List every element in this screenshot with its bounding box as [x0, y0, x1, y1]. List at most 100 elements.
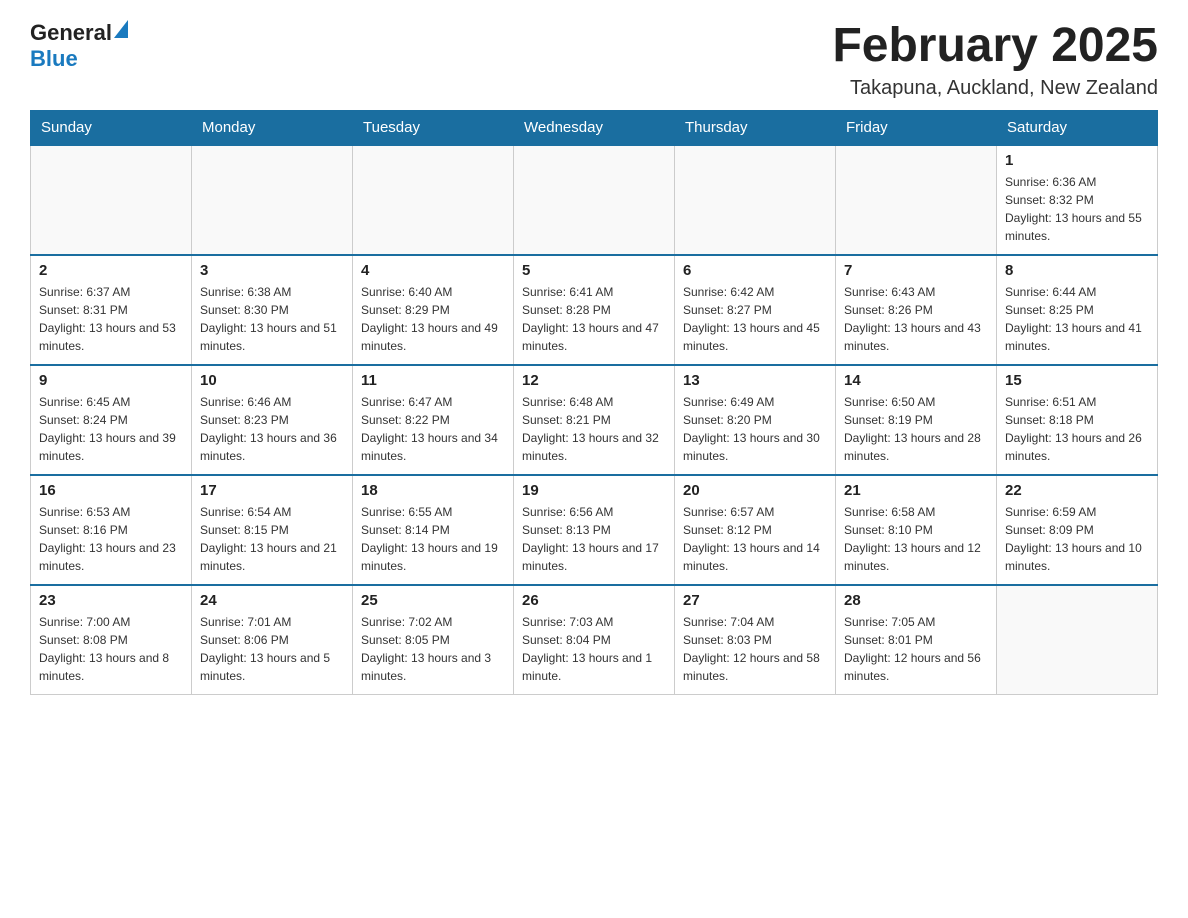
day-header-saturday: Saturday — [997, 110, 1158, 145]
day-cell: 5 Sunrise: 6:41 AM Sunset: 8:28 PM Daylig… — [514, 255, 675, 365]
day-info: Sunrise: 7:00 AM Sunset: 8:08 PM Dayligh… — [39, 613, 183, 685]
week-row-4: 16Sunrise: 6:53 AM Sunset: 8:16 PM Dayli… — [31, 475, 1158, 585]
day-number: 10 — [200, 372, 344, 389]
day-info: Sunrise: 7:05 AM Sunset: 8:01 PM Dayligh… — [844, 613, 988, 685]
day-info: Sunrise: 6:57 AM Sunset: 8:12 PM Dayligh… — [683, 503, 827, 575]
day-cell: 2 Sunrise: 6:37 AM Sunset: 8:31 PM Daylig… — [31, 255, 192, 365]
day-cell: 18 Sunrise: 6:55 AM Sunset: 8:14 PM Dayli… — [353, 475, 514, 585]
day-number: 5 — [522, 262, 666, 279]
day-cell: 28Sunrise: 7:05 AM Sunset: 8:01 PM Dayli… — [836, 585, 997, 695]
day-header-thursday: Thursday — [675, 110, 836, 145]
day-number: 19 — [522, 482, 666, 499]
day-number: 26 — [522, 592, 666, 609]
logo-blue: Blue — [30, 46, 78, 71]
day-number: 21 — [844, 482, 988, 499]
day-info: Sunrise: 6:40 AM Sunset: 8:29 PM Dayligh… — [361, 283, 505, 355]
day-info: Sunrise: 6:56 AM Sunset: 8:13 PM Dayligh… — [522, 503, 666, 575]
calendar-table: SundayMondayTuesdayWednesdayThursdayFrid… — [30, 110, 1158, 696]
day-info: Sunrise: 6:45 AM Sunset: 8:24 PM Dayligh… — [39, 393, 183, 465]
logo-text: General Blue — [30, 20, 128, 72]
day-info: Sunrise: 6:55 AM Sunset: 8:14 PM Dayligh… — [361, 503, 505, 575]
day-info: Sunrise: 6:44 AM Sunset: 8:25 PM Dayligh… — [1005, 283, 1149, 355]
logo-general: General — [30, 20, 112, 45]
day-number: 25 — [361, 592, 505, 609]
day-cell: 19 Sunrise: 6:56 AM Sunset: 8:13 PM Dayli… — [514, 475, 675, 585]
week-row-1: 1 Sunrise: 6:36 AM Sunset: 8:32 PM Daylig… — [31, 145, 1158, 255]
day-info: Sunrise: 6:46 AM Sunset: 8:23 PM Dayligh… — [200, 393, 344, 465]
calendar-body: 1 Sunrise: 6:36 AM Sunset: 8:32 PM Daylig… — [31, 145, 1158, 695]
day-info: Sunrise: 7:02 AM Sunset: 8:05 PM Dayligh… — [361, 613, 505, 685]
day-cell: 14Sunrise: 6:50 AM Sunset: 8:19 PM Dayli… — [836, 365, 997, 475]
day-info: Sunrise: 6:41 AM Sunset: 8:28 PM Dayligh… — [522, 283, 666, 355]
day-info: Sunrise: 7:04 AM Sunset: 8:03 PM Dayligh… — [683, 613, 827, 685]
day-number: 4 — [361, 262, 505, 279]
day-number: 14 — [844, 372, 988, 389]
day-number: 15 — [1005, 372, 1149, 389]
day-number: 2 — [39, 262, 183, 279]
day-cell: 15 Sunrise: 6:51 AM Sunset: 8:18 PM Dayli… — [997, 365, 1158, 475]
day-header-friday: Friday — [836, 110, 997, 145]
day-cell: 13 Sunrise: 6:49 AM Sunset: 8:20 PM Dayli… — [675, 365, 836, 475]
day-number: 13 — [683, 372, 827, 389]
day-cell: 9 Sunrise: 6:45 AM Sunset: 8:24 PM Daylig… — [31, 365, 192, 475]
day-number: 8 — [1005, 262, 1149, 279]
day-number: 12 — [522, 372, 666, 389]
day-number: 27 — [683, 592, 827, 609]
day-info: Sunrise: 6:58 AM Sunset: 8:10 PM Dayligh… — [844, 503, 988, 575]
day-cell: 24Sunrise: 7:01 AM Sunset: 8:06 PM Dayli… — [192, 585, 353, 695]
day-cell: 12Sunrise: 6:48 AM Sunset: 8:21 PM Dayli… — [514, 365, 675, 475]
day-number: 11 — [361, 372, 505, 389]
day-cell: 8 Sunrise: 6:44 AM Sunset: 8:25 PM Daylig… — [997, 255, 1158, 365]
day-info: Sunrise: 6:51 AM Sunset: 8:18 PM Dayligh… — [1005, 393, 1149, 465]
day-info: Sunrise: 6:59 AM Sunset: 8:09 PM Dayligh… — [1005, 503, 1149, 575]
week-row-5: 23Sunrise: 7:00 AM Sunset: 8:08 PM Dayli… — [31, 585, 1158, 695]
day-number: 20 — [683, 482, 827, 499]
day-info: Sunrise: 6:37 AM Sunset: 8:31 PM Dayligh… — [39, 283, 183, 355]
day-cell: 21 Sunrise: 6:58 AM Sunset: 8:10 PM Dayli… — [836, 475, 997, 585]
day-cell: 23Sunrise: 7:00 AM Sunset: 8:08 PM Dayli… — [31, 585, 192, 695]
month-title: February 2025 — [832, 20, 1158, 73]
day-cell: 10 Sunrise: 6:46 AM Sunset: 8:23 PM Dayli… — [192, 365, 353, 475]
day-cell — [192, 145, 353, 255]
page-header: General Blue February 2025 Takapuna, Auc… — [30, 20, 1158, 100]
day-info: Sunrise: 6:54 AM Sunset: 8:15 PM Dayligh… — [200, 503, 344, 575]
day-info: Sunrise: 6:36 AM Sunset: 8:32 PM Dayligh… — [1005, 173, 1149, 245]
day-cell: 26 Sunrise: 7:03 AM Sunset: 8:04 PM Dayli… — [514, 585, 675, 695]
day-cell: 16Sunrise: 6:53 AM Sunset: 8:16 PM Dayli… — [31, 475, 192, 585]
day-cell — [31, 145, 192, 255]
day-cell: 27 Sunrise: 7:04 AM Sunset: 8:03 PM Dayli… — [675, 585, 836, 695]
day-cell: 25 Sunrise: 7:02 AM Sunset: 8:05 PM Dayli… — [353, 585, 514, 695]
day-cell: 1 Sunrise: 6:36 AM Sunset: 8:32 PM Daylig… — [997, 145, 1158, 255]
calendar-header: SundayMondayTuesdayWednesdayThursdayFrid… — [31, 110, 1158, 145]
week-row-2: 2 Sunrise: 6:37 AM Sunset: 8:31 PM Daylig… — [31, 255, 1158, 365]
day-info: Sunrise: 6:38 AM Sunset: 8:30 PM Dayligh… — [200, 283, 344, 355]
day-cell — [836, 145, 997, 255]
day-number: 7 — [844, 262, 988, 279]
day-header-wednesday: Wednesday — [514, 110, 675, 145]
title-block: February 2025 Takapuna, Auckland, New Ze… — [832, 20, 1158, 100]
day-info: Sunrise: 6:47 AM Sunset: 8:22 PM Dayligh… — [361, 393, 505, 465]
day-info: Sunrise: 7:03 AM Sunset: 8:04 PM Dayligh… — [522, 613, 666, 685]
logo-triangle-icon — [114, 20, 128, 38]
day-cell: 6Sunrise: 6:42 AM Sunset: 8:27 PM Daylig… — [675, 255, 836, 365]
day-info: Sunrise: 6:49 AM Sunset: 8:20 PM Dayligh… — [683, 393, 827, 465]
day-number: 1 — [1005, 152, 1149, 169]
day-cell: 17Sunrise: 6:54 AM Sunset: 8:15 PM Dayli… — [192, 475, 353, 585]
logo: General Blue — [30, 20, 128, 72]
day-cell: 7 Sunrise: 6:43 AM Sunset: 8:26 PM Daylig… — [836, 255, 997, 365]
day-cell — [997, 585, 1158, 695]
day-cell: 20 Sunrise: 6:57 AM Sunset: 8:12 PM Dayli… — [675, 475, 836, 585]
day-cell — [514, 145, 675, 255]
day-info: Sunrise: 7:01 AM Sunset: 8:06 PM Dayligh… — [200, 613, 344, 685]
day-header-sunday: Sunday — [31, 110, 192, 145]
day-info: Sunrise: 6:42 AM Sunset: 8:27 PM Dayligh… — [683, 283, 827, 355]
day-info: Sunrise: 6:43 AM Sunset: 8:26 PM Dayligh… — [844, 283, 988, 355]
day-number: 18 — [361, 482, 505, 499]
day-cell: 11 Sunrise: 6:47 AM Sunset: 8:22 PM Dayli… — [353, 365, 514, 475]
day-cell: 22Sunrise: 6:59 AM Sunset: 8:09 PM Dayli… — [997, 475, 1158, 585]
day-number: 3 — [200, 262, 344, 279]
day-header-monday: Monday — [192, 110, 353, 145]
day-cell — [353, 145, 514, 255]
day-number: 9 — [39, 372, 183, 389]
location: Takapuna, Auckland, New Zealand — [832, 77, 1158, 100]
